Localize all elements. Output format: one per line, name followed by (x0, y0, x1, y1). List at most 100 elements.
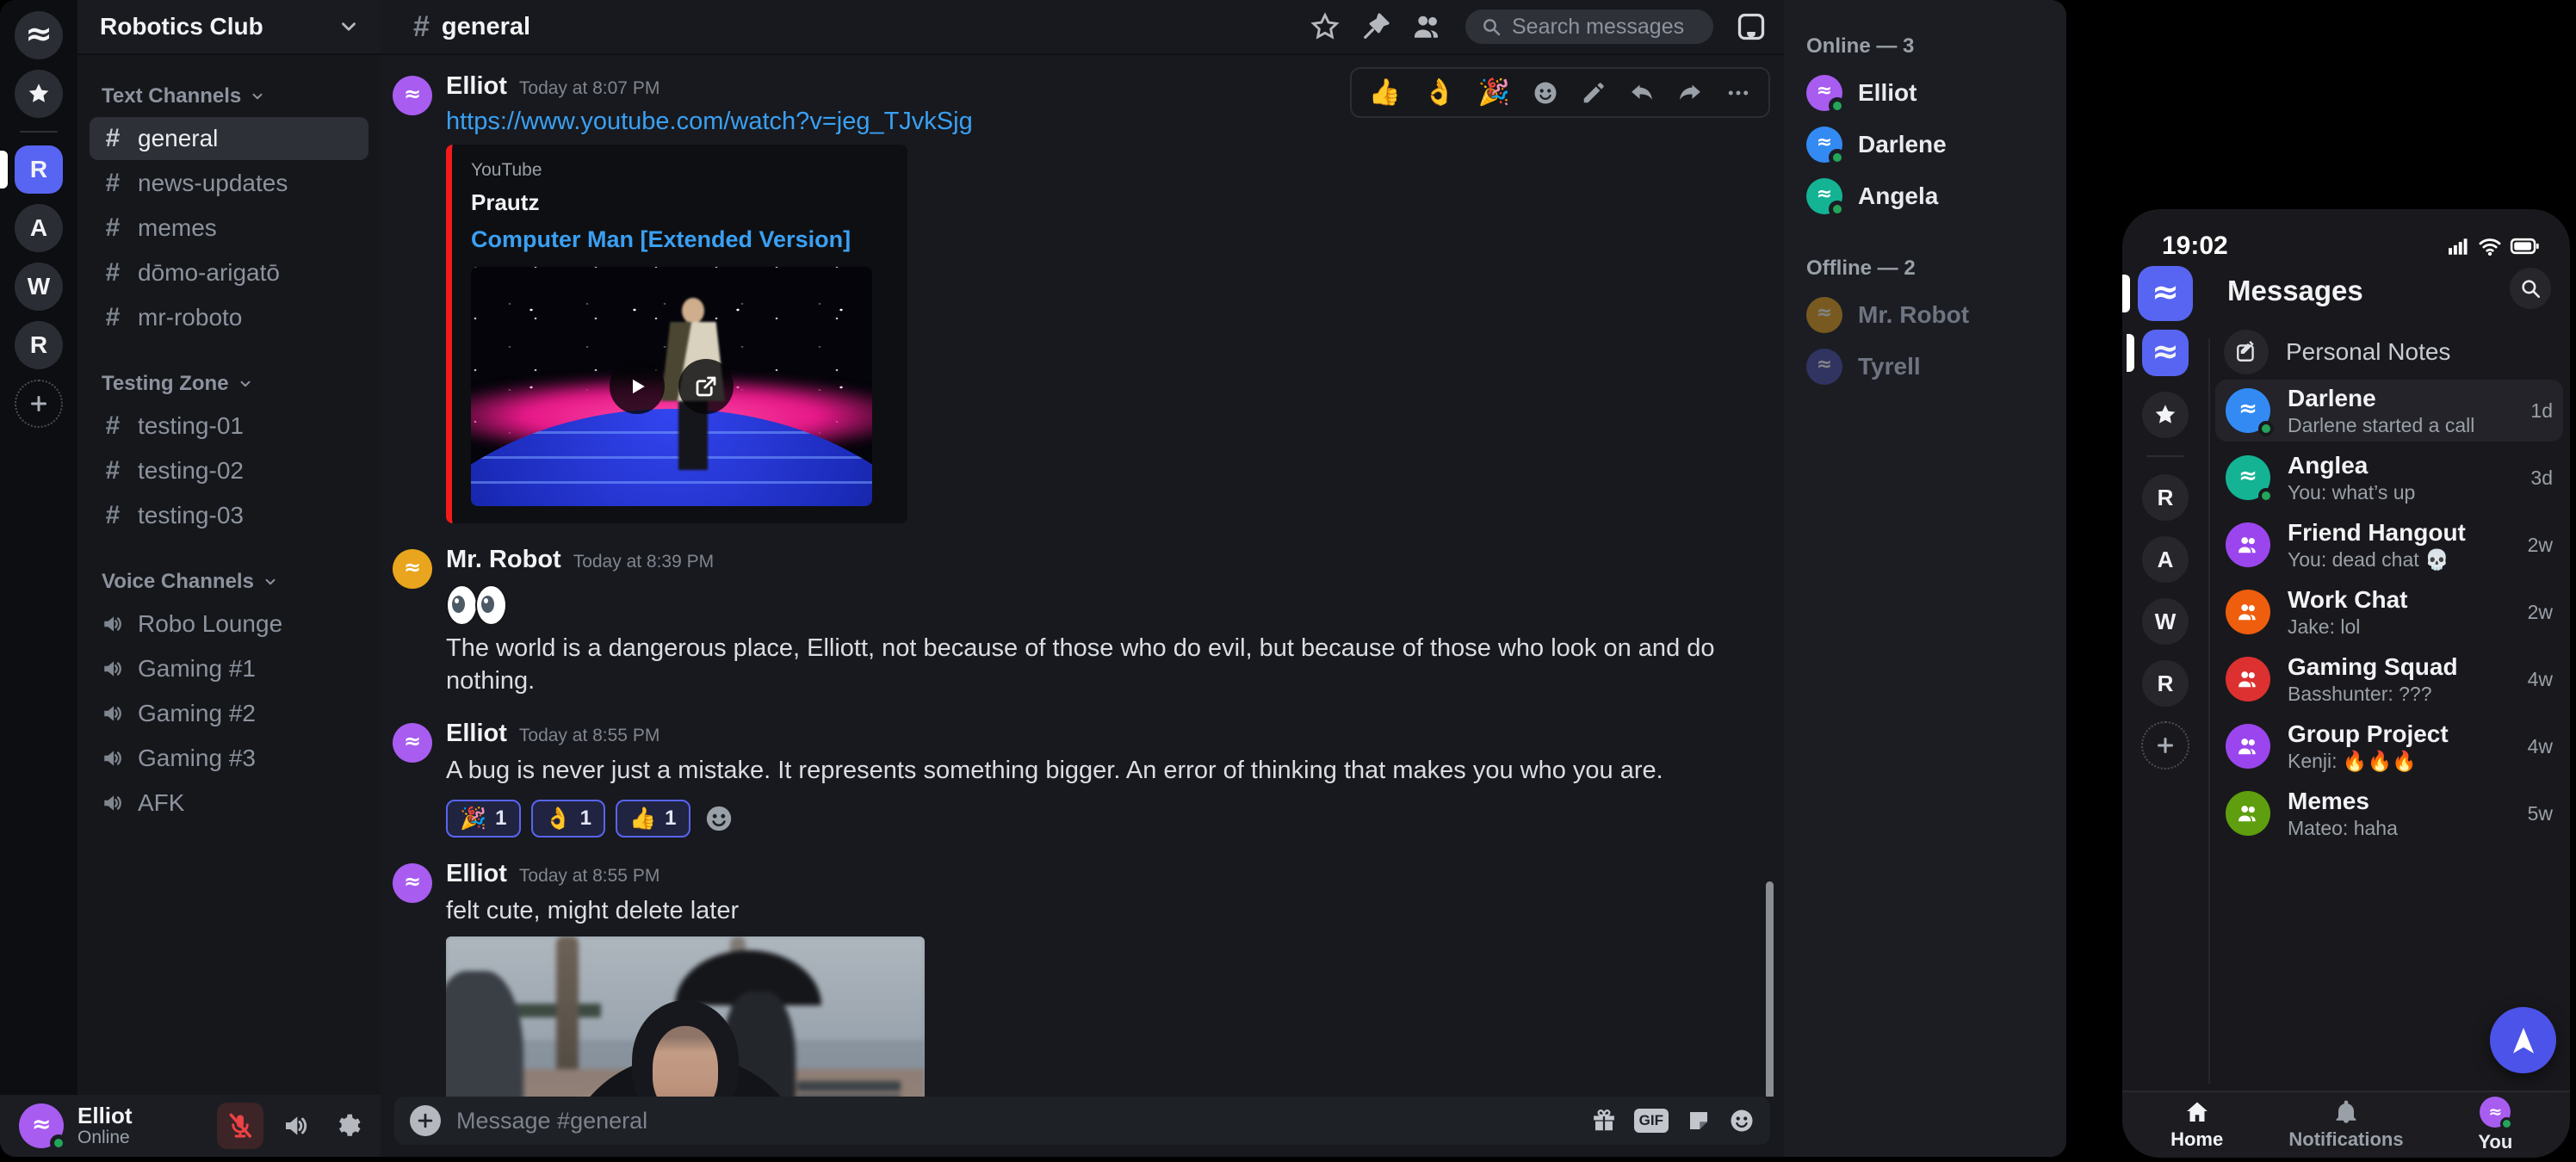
more-options-button[interactable] (1725, 80, 1751, 106)
server-avatar[interactable]: R (15, 145, 63, 194)
forward-button[interactable] (1677, 80, 1703, 106)
add-reaction-button[interactable] (1533, 80, 1558, 106)
chat-row-gaming-squad[interactable]: Gaming Squad Basshunter: ??? 4w (2215, 648, 2563, 710)
reply-button[interactable] (1629, 80, 1655, 106)
star-icon[interactable] (2142, 392, 2189, 438)
message-avatar[interactable]: ≈ (393, 723, 432, 763)
member-angela[interactable]: ≈ Angela (1806, 170, 2046, 222)
phone-search-button[interactable] (2510, 268, 2551, 309)
channel-dōmo-arigatō[interactable]: #dōmo-arigatō (90, 251, 368, 294)
nav-home[interactable]: Home (2122, 1092, 2271, 1158)
chat-row-group-project[interactable]: Group Project Kenji: 🔥🔥🔥 4w (2215, 715, 2563, 777)
chat-row-darlene[interactable]: ≈ Darlene Darlene started a call 1d (2215, 380, 2563, 442)
message-avatar[interactable]: ≈ (393, 76, 432, 115)
member-mr--robot[interactable]: ≈ Mr. Robot (1806, 289, 2046, 341)
plus-icon[interactable] (2141, 721, 2189, 770)
voice-channel-gaming-#2[interactable]: Gaming #2 (90, 692, 368, 735)
chat-row-work-chat[interactable]: Work Chat Jake: lol 2w (2215, 581, 2563, 643)
edit-message-button[interactable] (1581, 80, 1607, 106)
chat-row-anglea[interactable]: ≈ Anglea You: what’s up 3d (2215, 447, 2563, 509)
member-list-icon[interactable] (1412, 11, 1443, 42)
channel-news-updates[interactable]: #news-updates (90, 162, 368, 205)
gif-picker-button[interactable]: GIF (1634, 1109, 1669, 1133)
chevron-down-icon (238, 376, 253, 392)
voice-channel-gaming-#1[interactable]: Gaming #1 (90, 647, 368, 690)
message-author[interactable]: Elliot (446, 720, 507, 748)
message-avatar[interactable]: ≈ (393, 549, 432, 589)
attached-photo[interactable] (446, 936, 925, 1097)
user-avatar[interactable]: ≈ (19, 1103, 64, 1148)
nav-notifications[interactable]: Notifications (2271, 1092, 2420, 1158)
gift-icon[interactable] (1591, 1108, 1617, 1134)
group-icon (2237, 534, 2259, 556)
emoji-picker-icon[interactable] (1729, 1108, 1755, 1134)
reaction-pill[interactable]: 👌1 (531, 800, 606, 838)
mic-muted-button[interactable] (217, 1103, 263, 1149)
server-avatar[interactable]: A (2142, 536, 2189, 583)
active-server-indicator (2122, 275, 2130, 312)
channel-testing-03[interactable]: #testing-03 (90, 494, 368, 537)
embed-title[interactable]: Computer Man [Extended Version] (471, 226, 890, 253)
message-link[interactable]: https://www.youtube.com/watch?v=jeg_TJvk… (446, 108, 973, 136)
message-author[interactable]: Elliot (446, 72, 507, 101)
open-external-button[interactable] (678, 359, 734, 414)
reaction-pill[interactable]: 🎉1 (446, 800, 521, 838)
embed-author[interactable]: Prautz (471, 189, 890, 216)
add-attachment-button[interactable] (410, 1105, 441, 1136)
channel-memes[interactable]: #memes (90, 207, 368, 250)
app-logo-tile[interactable]: ≈ (2138, 266, 2193, 321)
server-avatar[interactable]: W (15, 263, 63, 311)
plus-icon[interactable] (15, 380, 63, 428)
channel-testing-02[interactable]: #testing-02 (90, 449, 368, 492)
personal-notes-row[interactable]: Personal Notes (2224, 330, 2450, 374)
channel-general[interactable]: #general (90, 117, 368, 160)
favorite-star-icon[interactable] (1310, 12, 1340, 41)
channel-name: Gaming #3 (138, 745, 256, 772)
server-button-a: A (0, 203, 77, 253)
server-avatar[interactable]: R (2142, 474, 2189, 521)
section-header-voice-channels[interactable]: Voice Channels (90, 561, 368, 601)
server-avatar[interactable]: W (2142, 598, 2189, 645)
reaction-pill[interactable]: 👍1 (616, 800, 690, 838)
member-elliot[interactable]: ≈ Elliot (1806, 67, 2046, 119)
chat-scrollbar[interactable] (1766, 881, 1774, 1097)
deafen-speaker-button[interactable] (277, 1107, 315, 1145)
play-button[interactable] (610, 359, 665, 414)
message-avatar[interactable]: ≈ (393, 863, 432, 903)
chat-row-friend-hangout[interactable]: Friend Hangout You: dead chat 💀 2w (2215, 514, 2563, 576)
channel-testing-01[interactable]: #testing-01 (90, 405, 368, 448)
section-header-testing-zone[interactable]: Testing Zone (90, 363, 368, 403)
star-icon[interactable] (15, 70, 63, 118)
pinned-messages-icon[interactable] (1362, 13, 1390, 40)
quick-reaction-👍[interactable]: 👍 (1369, 77, 1401, 108)
channel-mr-roboto[interactable]: #mr-roboto (90, 296, 368, 339)
chat-avatar (2226, 657, 2270, 702)
message-author[interactable]: Mr. Robot (446, 546, 561, 574)
message-author[interactable]: Elliot (446, 860, 507, 888)
server-avatar[interactable]: A (15, 204, 63, 252)
settings-gear-button[interactable] (329, 1107, 367, 1145)
voice-channel-afk[interactable]: AFK (90, 782, 368, 825)
new-message-fab[interactable] (2490, 1007, 2556, 1073)
nav-you[interactable]: ≈You (2421, 1092, 2570, 1158)
member-darlene[interactable]: ≈ Darlene (1806, 119, 2046, 170)
voice-channel-robo-lounge[interactable]: Robo Lounge (90, 603, 368, 646)
member-tyrell[interactable]: ≈ Tyrell (1806, 341, 2046, 392)
message-input[interactable]: Message #general (456, 1108, 1576, 1134)
quick-reaction-🎉[interactable]: 🎉 (1478, 77, 1510, 108)
toggle-panel-icon[interactable] (1736, 11, 1767, 42)
sticker-icon[interactable] (1686, 1108, 1712, 1134)
server-avatar[interactable]: R (15, 321, 63, 369)
home-logo-icon[interactable]: ≈ (15, 11, 63, 59)
server-avatar[interactable]: R (2142, 660, 2189, 707)
chat-row-memes[interactable]: Memes Mateo: haha 5w (2215, 782, 2563, 844)
quick-reaction-👌[interactable]: 👌 (1423, 77, 1455, 108)
channel-name: testing-02 (138, 457, 244, 485)
section-header-text-channels[interactable]: Text Channels (90, 76, 368, 115)
add-reaction-button[interactable] (704, 804, 734, 833)
voice-channel-gaming-#3[interactable]: Gaming #3 (90, 737, 368, 780)
message: ≈ Elliot Today at 8:55 PMA bug is never … (393, 720, 1749, 838)
search-input[interactable]: Search messages (1465, 9, 1713, 44)
home-logo-icon[interactable]: ≈ (2142, 330, 2189, 376)
server-header[interactable]: Robotics Club (77, 0, 381, 55)
